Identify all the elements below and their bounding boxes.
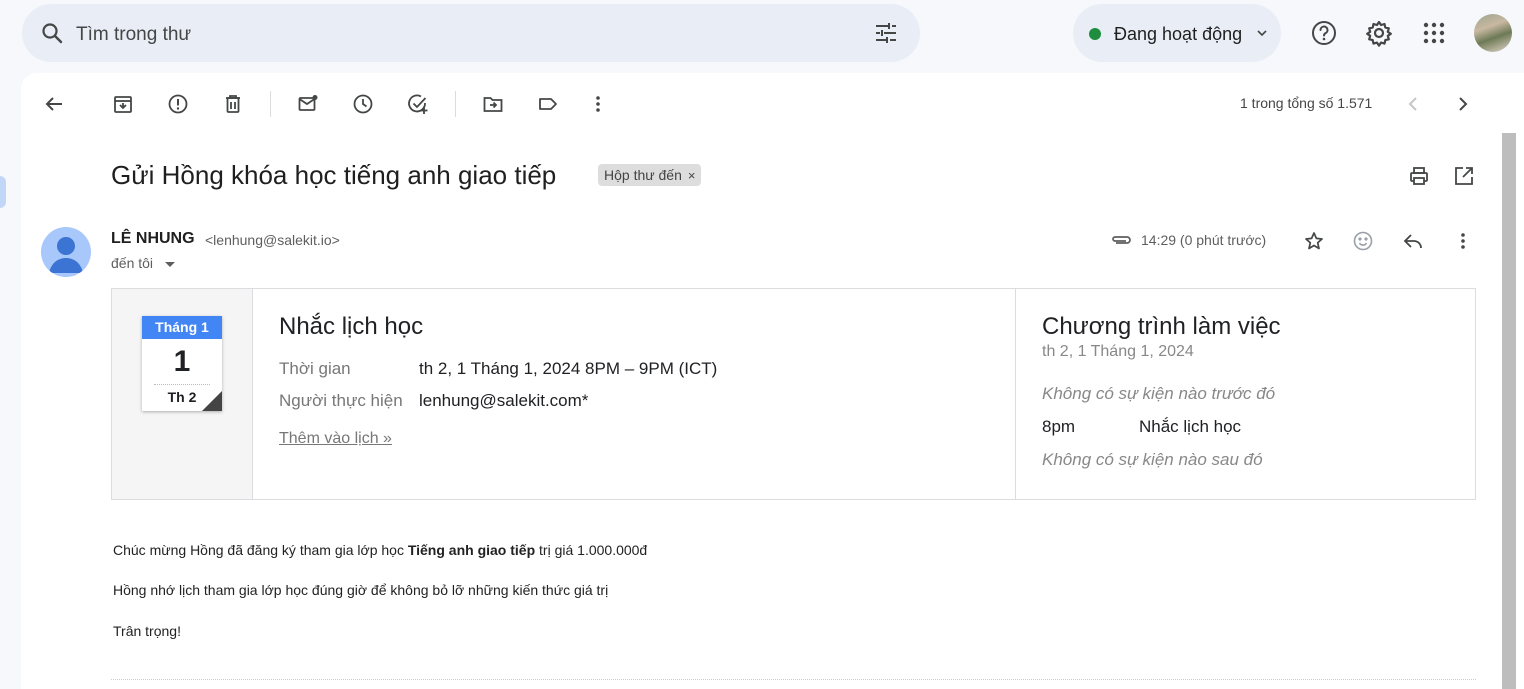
status-selector[interactable]: Đang hoạt động [1073, 4, 1281, 62]
body-line-3: Trân trọng! [113, 623, 181, 639]
emoji-icon[interactable] [1352, 230, 1374, 252]
search-icon[interactable] [40, 21, 64, 45]
label-text: Hộp thư đến [604, 167, 682, 183]
mark-unread-icon[interactable] [297, 93, 319, 115]
open-new-window-icon[interactable] [1453, 165, 1475, 187]
calendar-invite: Tháng 1 1 Th 2 Nhắc lịch học Thời gian t… [111, 288, 1476, 500]
toolbar-divider [455, 91, 456, 117]
agenda-title: Chương trình làm việc [1042, 313, 1281, 340]
caret-down-icon[interactable] [165, 262, 175, 267]
search-bar[interactable]: Tìm trong thư [22, 4, 920, 62]
gear-icon[interactable] [1365, 19, 1393, 47]
agenda-date: th 2, 1 Tháng 1, 2024 [1042, 343, 1194, 360]
move-to-icon[interactable] [482, 93, 504, 115]
email-time: 14:29 (0 phút trước) [1141, 232, 1267, 248]
trash-icon[interactable] [222, 93, 244, 115]
arrow-back-icon[interactable] [43, 93, 65, 115]
archive-icon[interactable] [112, 93, 134, 115]
cal-day: 1 [173, 345, 191, 378]
body-line-1-pre: Chúc mừng Hồng đã đăng ký tham gia lớp h… [113, 542, 408, 558]
cal-divider [154, 384, 210, 385]
side-panel-handle[interactable] [0, 176, 6, 208]
course-name: Tiếng anh giao tiếp [407, 542, 536, 558]
recipient-summary[interactable]: đến tôi [111, 255, 153, 271]
pager-count: 1 trong tổng số 1.571 [1240, 95, 1373, 111]
calendar-date-icon: Tháng 1 1 Th 2 [142, 316, 222, 411]
body-line-1-post: trị giá 1.000.000đ [535, 542, 648, 558]
help-icon[interactable] [1310, 19, 1338, 47]
chevron-down-icon [1255, 26, 1269, 40]
agenda-none-after: Không có sự kiện nào sau đó [1042, 450, 1263, 469]
cal-month: Tháng 1 [142, 316, 222, 339]
agenda-none-before: Không có sự kiện nào trước đó [1042, 384, 1276, 403]
agenda-event-title: Nhắc lịch học [1139, 417, 1242, 436]
status-label: Đang hoạt động [1114, 24, 1243, 44]
toolbar-divider [270, 91, 271, 117]
add-to-calendar-link[interactable]: Thêm vào lịch » [279, 430, 392, 448]
more-vert-icon[interactable] [587, 93, 609, 115]
invite-date-panel: Tháng 1 1 Th 2 [112, 289, 253, 499]
remove-label-button[interactable]: × [688, 168, 696, 183]
paperclip-icon [1110, 229, 1132, 251]
sender-name[interactable]: LÊ NHUNG [111, 230, 195, 248]
invite-details: Nhắc lịch học Thời gian th 2, 1 Tháng 1,… [253, 289, 1016, 499]
search-input[interactable]: Tìm trong thư [76, 24, 191, 46]
email-subject: Gửi Hồng khóa học tiếng anh giao tiếp [111, 160, 557, 190]
time-value: th 2, 1 Tháng 1, 2024 8PM – 9PM (ICT) [419, 359, 718, 378]
scrollbar[interactable] [1502, 133, 1516, 689]
reply-icon[interactable] [1402, 230, 1424, 252]
account-avatar[interactable] [1474, 14, 1512, 52]
status-dot [1089, 28, 1101, 40]
apps-grid-icon[interactable] [1420, 19, 1448, 47]
inbox-label-chip[interactable]: Hộp thư đến × [598, 164, 702, 186]
chevron-right-icon[interactable] [1452, 93, 1474, 115]
print-icon[interactable] [1408, 165, 1430, 187]
tune-icon[interactable] [874, 21, 898, 45]
chevron-left-icon[interactable] [1403, 93, 1425, 115]
organizer-value: lenhung@salekit.com* [419, 391, 589, 410]
body-line-2: Hồng nhớ lịch tham gia lớp học đúng giờ … [113, 582, 609, 598]
cal-fold [202, 391, 222, 411]
more-vert-icon[interactable] [1452, 230, 1474, 252]
organizer-label: Người thực hiện [279, 391, 403, 410]
body-line-1: Chúc mừng Hồng đã đăng ký tham gia lớp h… [113, 542, 647, 558]
time-label: Thời gian [279, 359, 351, 378]
label-icon[interactable] [537, 93, 559, 115]
agenda-panel: Chương trình làm việc th 2, 1 Tháng 1, 2… [1016, 289, 1475, 499]
sender-email: <lenhung@salekit.io> [205, 232, 340, 248]
event-title: Nhắc lịch học [279, 313, 424, 340]
add-task-icon[interactable] [407, 93, 429, 115]
agenda-event-time: 8pm [1042, 417, 1076, 436]
message-divider [111, 679, 1476, 680]
clock-icon[interactable] [352, 93, 374, 115]
report-spam-icon[interactable] [167, 93, 189, 115]
star-icon[interactable] [1303, 230, 1325, 252]
sender-avatar[interactable] [41, 227, 91, 277]
